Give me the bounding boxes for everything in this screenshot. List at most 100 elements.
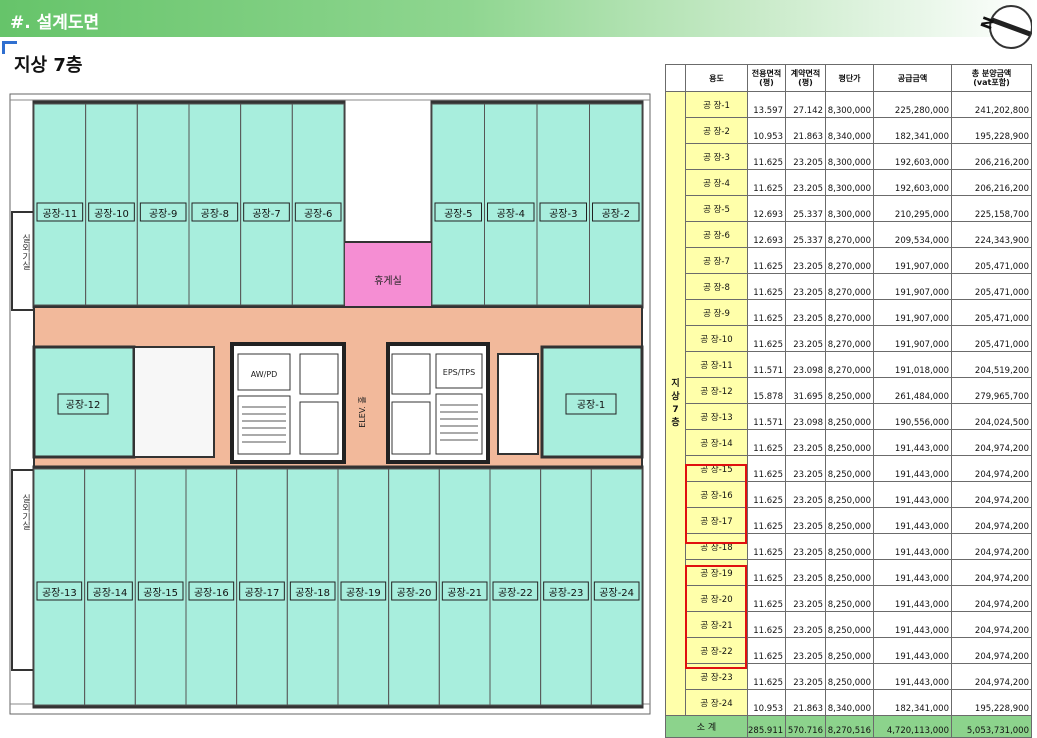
cell-contract: 27.142	[785, 91, 826, 118]
header-exclusive-area: 전용면적 (평)	[747, 64, 786, 92]
cell-price: 8,340,000	[825, 117, 874, 144]
cell-supply: 210,295,000	[873, 195, 952, 222]
unit-label: 공장-15	[143, 587, 178, 599]
cell-supply: 192,603,000	[873, 143, 952, 170]
cell-supply: 191,443,000	[873, 481, 952, 508]
table-row: 공 장-8 11.625 23.205 8,270,000 191,907,000 205…	[666, 273, 1032, 300]
cell-price: 8,250,000	[825, 611, 874, 638]
cell-use: 공 장-4	[685, 169, 748, 196]
total-label: 소 계	[665, 715, 748, 738]
header-blank	[665, 64, 686, 92]
header-total-sale: 총 분양금액 (vat포함)	[951, 64, 1032, 92]
cell-total: 206,216,200	[951, 169, 1032, 196]
cell-price: 8,250,000	[825, 559, 874, 586]
section-header-bar: #. 설계도면	[0, 0, 1037, 37]
unit-label: 공장-20	[397, 587, 432, 599]
cell-supply: 182,341,000	[873, 117, 952, 144]
cell-exclusive: 11.625	[747, 533, 786, 560]
cell-exclusive: 12.693	[747, 195, 786, 222]
cell-use: 공 장-7	[685, 247, 748, 274]
cell-contract: 23.205	[785, 429, 826, 456]
cell-exclusive: 11.625	[747, 585, 786, 612]
cell-total: 279,965,700	[951, 377, 1032, 404]
cell-total: 225,158,700	[951, 195, 1032, 222]
unit-label: 공장-16	[194, 587, 229, 599]
cell-price: 8,300,000	[825, 143, 874, 170]
cell-exclusive: 11.625	[747, 559, 786, 586]
unit-label: 공장-19	[346, 587, 381, 599]
unit-label: 공장-11	[42, 208, 77, 220]
unit-label: 공장-14	[93, 587, 128, 599]
cell-supply: 191,443,000	[873, 455, 952, 482]
cell-price: 8,250,000	[825, 663, 874, 690]
cell-use: 공 장-8	[685, 273, 748, 300]
cell-exclusive: 11.571	[747, 403, 786, 430]
cell-price: 8,300,000	[825, 169, 874, 196]
cell-exclusive: 11.625	[747, 273, 786, 300]
table-row: 공 장-4 11.625 23.205 8,300,000 192,603,000 206…	[666, 169, 1032, 196]
cell-total: 204,974,200	[951, 637, 1032, 664]
cell-total: 195,228,900	[951, 689, 1032, 716]
elev-hall-label: ELEV. 홀	[357, 396, 367, 427]
unit-label: 공장-3	[549, 208, 577, 220]
cell-exclusive: 11.625	[747, 455, 786, 482]
floor-title: 지상 7층	[14, 55, 83, 76]
cell-exclusive: 11.625	[747, 299, 786, 326]
table-row: 공 장-5 12.693 25.337 8,300,000 210,295,000 225…	[666, 195, 1032, 222]
unit-label: 공장-24	[599, 587, 634, 599]
cell-contract: 23.205	[785, 273, 826, 300]
awpd-label: AW/PD	[251, 370, 278, 379]
cell-total: 195,228,900	[951, 117, 1032, 144]
unit-label: 공장-21	[447, 587, 482, 599]
cell-contract: 23.205	[785, 559, 826, 586]
cell-exclusive: 11.625	[747, 481, 786, 508]
cell-use: 공 장-14	[685, 429, 748, 456]
cell-use: 공 장-5	[685, 195, 748, 222]
cell-supply: 191,907,000	[873, 273, 952, 300]
cell-exclusive: 11.625	[747, 247, 786, 274]
cell-use: 공 장-3	[685, 143, 748, 170]
cell-contract: 23.205	[785, 585, 826, 612]
total-exclusive: 285.911	[747, 715, 786, 738]
cell-price: 8,250,000	[825, 507, 874, 534]
cell-supply: 191,443,000	[873, 611, 952, 638]
cell-supply: 192,603,000	[873, 169, 952, 196]
cell-total: 204,974,200	[951, 663, 1032, 690]
cell-use: 공 장-2	[685, 117, 748, 144]
section-title: #. 설계도면	[10, 13, 100, 33]
cell-contract: 23.205	[785, 507, 826, 534]
cell-supply: 191,018,000	[873, 351, 952, 378]
lounge-room	[343, 241, 433, 308]
cell-contract: 25.337	[785, 221, 826, 248]
cell-supply: 191,443,000	[873, 507, 952, 534]
cell-price: 8,270,000	[825, 247, 874, 274]
cell-total: 204,974,200	[951, 611, 1032, 638]
cell-total: 204,974,200	[951, 533, 1032, 560]
table-row: 공 장-6 12.693 25.337 8,270,000 209,534,000 224…	[666, 221, 1032, 248]
header-contract-area: 계약면적 (평)	[785, 64, 826, 92]
cell-contract: 23.205	[785, 247, 826, 274]
cell-price: 8,250,000	[825, 403, 874, 430]
table-row: 공 장-2 10.953 21.863 8,340,000 182,341,000 195…	[666, 117, 1032, 144]
table-row: 공 장-7 11.625 23.205 8,270,000 191,907,000 205…	[666, 247, 1032, 274]
table-row: 공 장-12 15.878 31.695 8,250,000 261,484,000 27…	[666, 377, 1032, 404]
unit-label: 공장-8	[201, 208, 229, 220]
cell-contract: 21.863	[785, 117, 826, 144]
cell-use: 공 장-10	[685, 325, 748, 352]
cell-price: 8,250,000	[825, 585, 874, 612]
cell-contract: 31.695	[785, 377, 826, 404]
cell-total: 204,974,200	[951, 585, 1032, 612]
unit-label: 공장-22	[498, 587, 533, 599]
cell-total: 204,974,200	[951, 507, 1032, 534]
unit-label: 공장-7	[252, 208, 280, 220]
cell-total: 224,343,900	[951, 221, 1032, 248]
highlight-box-16-18	[685, 464, 747, 544]
north-compass-icon: N	[978, 5, 1032, 49]
table-row: 공 장-3 11.625 23.205 8,300,000 192,603,000 206…	[666, 143, 1032, 170]
cell-contract: 23.205	[785, 611, 826, 638]
cell-use: 공 장-24	[685, 689, 748, 716]
unit-label: 공장-5	[444, 208, 472, 220]
cell-exclusive: 15.878	[747, 377, 786, 404]
cell-contract: 23.205	[785, 143, 826, 170]
cell-contract: 21.863	[785, 689, 826, 716]
